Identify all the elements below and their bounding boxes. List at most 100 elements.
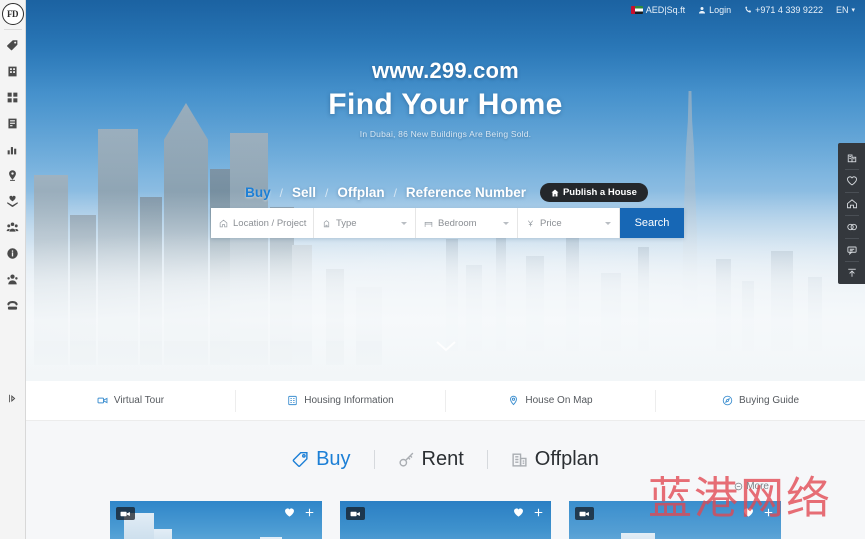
video-badge[interactable] bbox=[345, 507, 365, 520]
category-section: Buy Rent Offplan More bbox=[26, 421, 865, 539]
price-select[interactable]: Price bbox=[518, 208, 620, 238]
category-rent[interactable]: Rent bbox=[398, 448, 464, 471]
category-buy[interactable]: Buy bbox=[292, 448, 351, 471]
rail-item-book[interactable] bbox=[0, 110, 26, 136]
tab-list: Buy / Sell / Offplan / Reference Number bbox=[243, 185, 528, 200]
property-card[interactable] bbox=[569, 501, 782, 539]
card-building bbox=[621, 533, 656, 539]
rail-expand-button[interactable] bbox=[0, 385, 26, 411]
rail-item-favorites[interactable] bbox=[0, 188, 26, 214]
card-actions bbox=[513, 507, 544, 518]
search-button[interactable]: Search bbox=[620, 208, 684, 238]
login-button[interactable]: Login bbox=[698, 5, 731, 15]
category-label: Rent bbox=[421, 448, 464, 470]
rail-item-statistics[interactable] bbox=[0, 136, 26, 162]
feature-label: House On Map bbox=[525, 395, 593, 406]
rail-item-tag[interactable] bbox=[0, 32, 26, 58]
home-icon bbox=[846, 199, 857, 209]
category-label: Offplan bbox=[534, 448, 599, 470]
arrow-up-icon bbox=[847, 268, 856, 277]
search-bar: Location / Project Type Bedroom Price Se… bbox=[211, 208, 684, 238]
tab-offplan[interactable]: Offplan bbox=[335, 185, 386, 200]
rail-item-account[interactable] bbox=[0, 266, 26, 292]
card-building bbox=[154, 529, 172, 539]
chevron-down-icon bbox=[401, 221, 407, 225]
rail-divider bbox=[3, 29, 22, 30]
feature-label: Housing Information bbox=[304, 395, 394, 406]
phone-number[interactable]: +971 4 339 9222 bbox=[744, 5, 823, 15]
rail-item-information[interactable] bbox=[0, 240, 26, 266]
heart-icon[interactable] bbox=[743, 507, 754, 518]
rail-item-contact[interactable] bbox=[0, 292, 26, 318]
login-label: Login bbox=[709, 5, 732, 15]
chevron-right-icon bbox=[9, 394, 16, 402]
property-card[interactable] bbox=[110, 501, 322, 539]
price-icon bbox=[527, 219, 534, 226]
plus-icon[interactable] bbox=[304, 507, 315, 518]
rail-price-button[interactable] bbox=[838, 216, 865, 238]
rail-projects-button[interactable] bbox=[838, 147, 865, 169]
plus-icon[interactable] bbox=[533, 507, 544, 518]
feature-strip: Virtual Tour Housing Information House O… bbox=[26, 381, 865, 421]
rail-back-to-top-button[interactable] bbox=[838, 262, 865, 284]
category-offplan[interactable]: Offplan bbox=[511, 448, 599, 471]
language-label: EN bbox=[835, 5, 849, 15]
telephone-icon bbox=[7, 300, 18, 310]
location-project-input[interactable]: Location / Project bbox=[211, 208, 314, 238]
rail-item-building[interactable] bbox=[0, 58, 26, 84]
bedroom-select[interactable]: Bedroom bbox=[416, 208, 518, 238]
tab-reference-number[interactable]: Reference Number bbox=[404, 185, 528, 200]
category-separator bbox=[373, 450, 375, 469]
feature-buying-guide[interactable]: Buying Guide bbox=[656, 390, 865, 412]
feature-virtual-tour[interactable]: Virtual Tour bbox=[26, 389, 236, 412]
type-icon bbox=[323, 219, 330, 227]
rail-favorites-button[interactable] bbox=[838, 170, 865, 192]
map-pin-icon bbox=[9, 169, 16, 181]
property-card-list bbox=[26, 501, 865, 539]
feature-label: Buying Guide bbox=[738, 395, 800, 406]
more-label: More bbox=[746, 481, 769, 492]
rail-item-grid[interactable] bbox=[0, 84, 26, 110]
publish-a-house-button[interactable]: Publish a House bbox=[539, 183, 648, 202]
language-selector[interactable]: EN ▾ bbox=[836, 5, 855, 15]
phone-icon bbox=[745, 6, 752, 13]
tab-sell[interactable]: Sell bbox=[290, 185, 318, 200]
card-actions bbox=[284, 507, 315, 518]
page-root: AED|Sq.ft Login +971 4 339 9222 EN ▾ www… bbox=[0, 0, 865, 539]
tab-buy[interactable]: Buy bbox=[243, 185, 273, 200]
building-icon bbox=[512, 453, 527, 467]
video-badge[interactable] bbox=[575, 507, 595, 520]
chevron-down-icon bbox=[435, 341, 456, 352]
heart-icon[interactable] bbox=[513, 507, 524, 518]
video-badge[interactable] bbox=[116, 507, 135, 520]
bed-icon bbox=[424, 221, 433, 227]
currency-selector[interactable]: AED|Sq.ft bbox=[630, 5, 685, 15]
hero-subtitle: In Dubai, 86 New Buildings Are Being Sol… bbox=[359, 129, 532, 139]
home-icon bbox=[551, 189, 559, 196]
plus-icon[interactable] bbox=[763, 507, 774, 518]
app-logo[interactable]: FD bbox=[1, 3, 24, 25]
category-tabs: Buy Rent Offplan bbox=[26, 448, 865, 471]
heart-icon[interactable] bbox=[284, 507, 295, 518]
rail-item-map[interactable] bbox=[0, 162, 26, 188]
tab-separator: / bbox=[393, 185, 397, 200]
rail-chat-button[interactable] bbox=[838, 239, 865, 261]
top-bar: AED|Sq.ft Login +971 4 339 9222 EN ▾ bbox=[26, 0, 865, 20]
book-icon bbox=[8, 118, 17, 128]
feature-housing-information[interactable]: Housing Information bbox=[236, 389, 446, 412]
type-select[interactable]: Type bbox=[314, 208, 416, 238]
grid-icon bbox=[7, 92, 18, 102]
location-placeholder: Location / Project bbox=[233, 217, 307, 229]
circle-minus-icon bbox=[734, 482, 743, 491]
building-icon bbox=[8, 66, 17, 76]
scroll-down-hint[interactable] bbox=[26, 338, 865, 359]
more-link[interactable]: More bbox=[734, 481, 769, 492]
property-card[interactable] bbox=[339, 501, 552, 539]
heart-icon bbox=[846, 176, 857, 186]
rail-home-button[interactable] bbox=[838, 193, 865, 215]
tab-separator: / bbox=[279, 185, 283, 200]
feature-house-on-map[interactable]: House On Map bbox=[446, 389, 656, 412]
video-camera-icon bbox=[97, 397, 108, 404]
rail-item-community[interactable] bbox=[0, 214, 26, 240]
hero-headline: Find Your Home bbox=[328, 88, 563, 121]
